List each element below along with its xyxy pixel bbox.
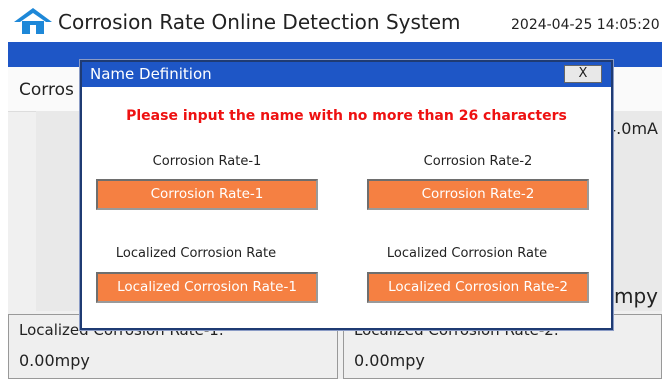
- dialog-titlebar[interactable]: Name Definition X: [82, 62, 611, 87]
- name-input-rate-2[interactable]: Corrosion Rate-2: [367, 179, 589, 210]
- field-label-rate-1: Corrosion Rate-1: [152, 154, 262, 169]
- input-hint: Please input the name with no more than …: [126, 108, 567, 124]
- home-icon[interactable]: [13, 6, 53, 36]
- name-input-localized-rate-1[interactable]: Localized Corrosion Rate-1: [96, 272, 318, 303]
- rate-unit: mpy: [614, 284, 659, 308]
- name-input-localized-rate-2[interactable]: Localized Corrosion Rate-2: [367, 272, 589, 303]
- close-button[interactable]: X: [564, 65, 602, 83]
- field-label-localized-rate-1: Localized Corrosion Rate: [115, 246, 277, 261]
- card-value: 0.00mpy: [19, 351, 90, 370]
- current-value: 4.0mA: [606, 119, 658, 138]
- datetime-display: 2024-04-25 14:05:20: [511, 17, 660, 33]
- app-title: Corrosion Rate Online Detection System: [58, 10, 461, 34]
- card-value: 0.00mpy: [354, 351, 425, 370]
- name-definition-dialog: Name Definition X Please input the name …: [80, 60, 613, 330]
- field-label-rate-2: Corrosion Rate-2: [423, 154, 533, 169]
- name-input-rate-1[interactable]: Corrosion Rate-1: [96, 179, 318, 210]
- field-label-localized-rate-2: Localized Corrosion Rate: [386, 246, 548, 261]
- app-header: Corrosion Rate Online Detection System 2…: [0, 0, 662, 42]
- section-label: Corros: [19, 80, 74, 100]
- dialog-title: Name Definition: [90, 65, 212, 83]
